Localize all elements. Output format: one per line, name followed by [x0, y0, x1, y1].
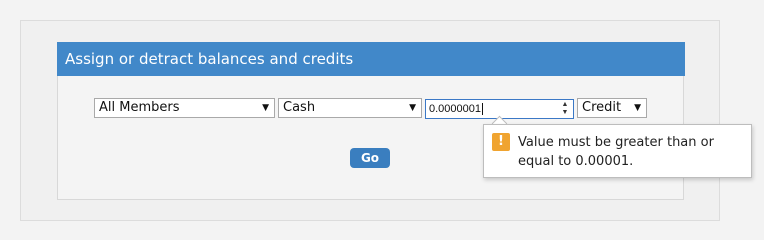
dropdown-arrow-icon: ▼	[409, 103, 416, 113]
member-select-value: All Members	[99, 100, 180, 115]
spinner-down-icon[interactable]: ▼	[560, 109, 570, 117]
dropdown-arrow-icon: ▼	[634, 103, 641, 113]
member-select[interactable]: All Members ▼	[94, 98, 275, 118]
warning-icon: !	[492, 133, 510, 151]
text-caret	[482, 103, 483, 116]
validation-message: Value must be greater than or equal to 0…	[518, 135, 714, 169]
dropdown-arrow-icon: ▼	[262, 103, 269, 113]
amount-input-value: 0.0000001	[429, 103, 481, 115]
currency-select-value: Cash	[283, 100, 316, 115]
number-spinner[interactable]: ▲ ▼	[560, 101, 570, 117]
spinner-up-icon[interactable]: ▲	[560, 101, 570, 109]
type-select-value: Credit	[582, 100, 622, 115]
currency-select[interactable]: Cash ▼	[278, 98, 422, 118]
panel-title: Assign or detract balances and credits	[57, 42, 685, 76]
type-select[interactable]: Credit ▼	[577, 98, 647, 118]
go-button[interactable]: Go	[350, 148, 390, 168]
validation-tooltip: ! Value must be greater than or equal to…	[483, 124, 752, 178]
